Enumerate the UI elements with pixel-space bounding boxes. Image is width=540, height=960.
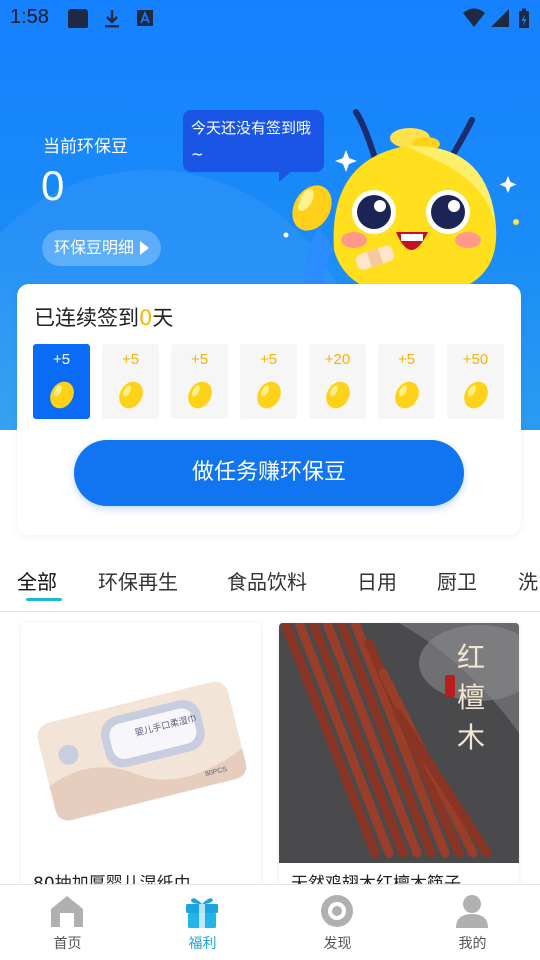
discover-icon xyxy=(321,895,353,927)
checkin-day-7[interactable]: +50 xyxy=(447,344,504,419)
play-arrow-icon xyxy=(140,241,150,255)
balance-detail-button[interactable]: 环保豆明细 xyxy=(42,230,162,266)
day-reward: +5 xyxy=(397,351,416,368)
checkin-days-row: +5 +5 +5 +5 +20 +5 +50 xyxy=(33,344,504,419)
day-reward: +20 xyxy=(324,351,351,368)
balance-detail-label: 环保豆明细 xyxy=(54,238,135,257)
nav-home[interactable]: 首页 xyxy=(0,885,135,960)
day-reward: +5 xyxy=(190,351,209,368)
nav-welfare[interactable]: 福利 xyxy=(135,885,270,960)
nav-label: 首页 xyxy=(53,936,82,952)
checkin-day-6[interactable]: +5 xyxy=(378,344,435,419)
app-a-icon xyxy=(137,10,153,26)
tab-all[interactable]: 全部 xyxy=(17,566,57,595)
nav-profile[interactable]: 我的 xyxy=(405,885,540,960)
label-char: 红 xyxy=(457,641,485,674)
tab-kitchen-bath[interactable]: 厨卫 xyxy=(437,566,477,595)
streak-prefix: 已连续签到 xyxy=(34,306,139,330)
product-card-chopsticks[interactable]: 红 檀 木 天然鸡翅木红檀木筷子 xyxy=(279,623,519,903)
day-reward: +5 xyxy=(121,351,140,368)
status-bar: 1:58 xyxy=(0,0,540,36)
bean-icon xyxy=(119,381,143,409)
bean-icon xyxy=(464,381,488,409)
download-icon xyxy=(105,10,119,28)
product-card-wipes[interactable]: 婴儿手口柔湿巾 80PCS 80抽加厚婴儿湿纸巾… xyxy=(21,623,261,903)
day-reward: +5 xyxy=(259,351,278,368)
home-icon xyxy=(51,896,83,927)
label-char: 木 xyxy=(457,721,485,754)
chopsticks-product-image: 红 檀 木 xyxy=(279,623,519,863)
checkin-day-5[interactable]: +20 xyxy=(309,344,366,419)
app-notification-icon xyxy=(68,9,88,28)
status-time: 1:58 xyxy=(10,6,49,28)
checkin-streak: 已连续签到0天 xyxy=(34,302,173,332)
day-reward: +50 xyxy=(462,351,489,368)
streak-suffix: 天 xyxy=(152,306,174,330)
bottom-navigation: 首页 福利 发现 我的 xyxy=(0,884,540,960)
tab-wash[interactable]: 洗 xyxy=(518,566,538,595)
nav-label: 发现 xyxy=(323,936,352,952)
tab-daily-use[interactable]: 日用 xyxy=(357,566,397,595)
checkin-card: 已连续签到0天 +5 +5 +5 +5 +20 +5 +50 做任务赚环保豆 xyxy=(17,284,521,535)
wet-wipes-product-image: 婴儿手口柔湿巾 80PCS xyxy=(21,623,261,863)
checkin-day-4[interactable]: +5 xyxy=(240,344,297,419)
signal-icon xyxy=(491,9,509,27)
active-tab-indicator xyxy=(26,598,62,601)
balance-value: 0 xyxy=(41,162,65,209)
day-reward: +5 xyxy=(52,351,71,368)
checkin-day-1[interactable]: +5 xyxy=(33,344,90,419)
checkin-day-2[interactable]: +5 xyxy=(102,344,159,419)
checkin-day-3[interactable]: +5 xyxy=(171,344,228,419)
earn-beans-task-button[interactable]: 做任务赚环保豆 xyxy=(74,440,464,506)
bean-icon xyxy=(257,381,281,409)
tab-recycling[interactable]: 环保再生 xyxy=(98,566,178,595)
tab-food-drinks[interactable]: 食品饮料 xyxy=(227,566,307,595)
wifi-icon xyxy=(463,8,485,27)
nav-label: 福利 xyxy=(188,936,217,952)
label-char: 檀 xyxy=(457,681,485,714)
bean-icon xyxy=(395,381,419,409)
streak-days: 0 xyxy=(139,306,153,330)
bean-icon xyxy=(188,381,212,409)
battery-icon xyxy=(519,8,529,28)
bean-mascot-illustration xyxy=(283,109,519,300)
nav-label: 我的 xyxy=(458,936,487,952)
gift-icon xyxy=(186,898,218,928)
category-tabs: 全部 环保再生 食品饮料 日用 厨卫 洗 xyxy=(0,556,540,612)
nav-discover[interactable]: 发现 xyxy=(270,885,405,960)
bean-icon xyxy=(326,381,350,409)
balance-label: 当前环保豆 xyxy=(43,137,128,157)
profile-icon xyxy=(456,895,488,928)
bean-icon xyxy=(50,381,74,409)
